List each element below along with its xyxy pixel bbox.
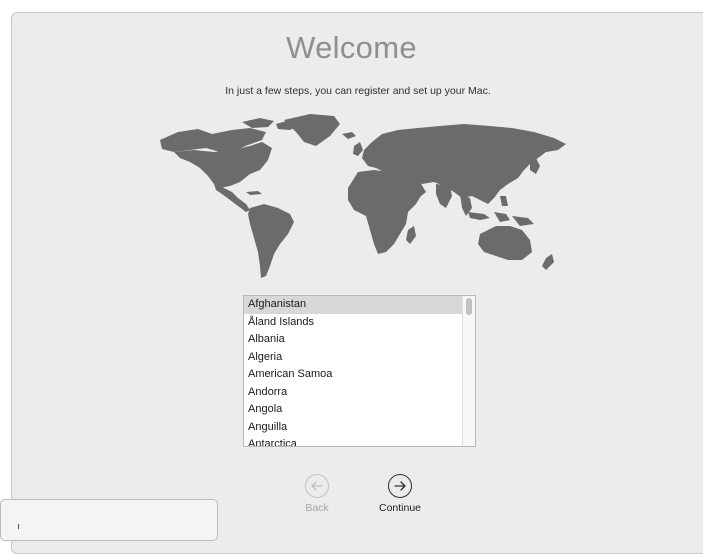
list-item[interactable]: Antarctica	[244, 436, 475, 446]
world-map-image	[160, 114, 566, 278]
list-item[interactable]: Algeria	[244, 349, 475, 367]
page-subtitle: In just a few steps, you can register an…	[225, 85, 491, 97]
list-item-selected[interactable]: Afghanistan	[244, 296, 475, 314]
continue-button[interactable]: Continue	[370, 474, 430, 514]
back-button[interactable]: Back	[287, 474, 347, 514]
overlay-panel	[0, 499, 218, 541]
page-title: Welcome	[286, 30, 417, 65]
arrow-left-circle-icon	[305, 474, 329, 498]
text-cursor	[18, 524, 19, 529]
list-item[interactable]: Angola	[244, 401, 475, 419]
list-item[interactable]: American Samoa	[244, 366, 475, 384]
list-scrollbar[interactable]	[462, 296, 475, 446]
list-item[interactable]: Anguilla	[244, 419, 475, 437]
list-item[interactable]: Albania	[244, 331, 475, 349]
arrow-right-circle-icon	[388, 474, 412, 498]
country-list[interactable]: Afghanistan Åland Islands Albania Algeri…	[243, 295, 476, 447]
scrollbar-thumb[interactable]	[466, 298, 472, 315]
back-label: Back	[305, 502, 329, 514]
list-item[interactable]: Andorra	[244, 384, 475, 402]
list-item[interactable]: Åland Islands	[244, 314, 475, 332]
continue-label: Continue	[378, 502, 422, 514]
